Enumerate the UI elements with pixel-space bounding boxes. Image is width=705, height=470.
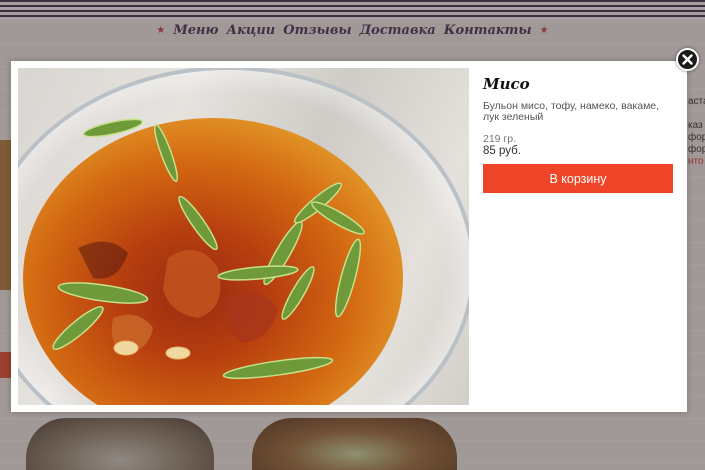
product-title: Мисо <box>483 75 530 93</box>
close-button[interactable] <box>676 48 699 71</box>
product-modal: Мисо Бульон мисо, тофу, намеко, вакаме, … <box>11 61 687 412</box>
close-icon <box>682 54 693 65</box>
product-info: Мисо Бульон мисо, тофу, намеко, вакаме, … <box>483 75 673 193</box>
product-price: 85 руб. <box>483 145 521 157</box>
product-photo <box>18 68 469 405</box>
miso-soup-image <box>18 68 469 405</box>
add-to-cart-button[interactable]: В корзину <box>483 164 673 193</box>
product-description: Бульон мисо, тофу, намеко, вакаме, лук з… <box>483 100 660 123</box>
product-weight: 219 гр. <box>483 133 517 145</box>
